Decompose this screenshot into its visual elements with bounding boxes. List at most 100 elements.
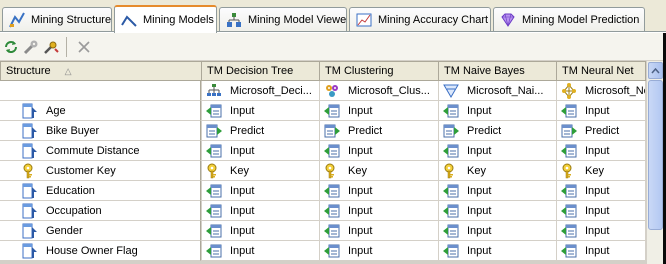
usage-cell[interactable]: Input: [557, 181, 646, 201]
column-header-structure[interactable]: Structure △: [0, 61, 202, 81]
column-header-model[interactable]: TM Neural Net: [557, 61, 646, 81]
usage-cell[interactable]: Input: [202, 101, 320, 121]
structure-column-row-header[interactable]: House Owner Flag: [0, 241, 201, 261]
structure-column-name: House Owner Flag: [46, 244, 138, 257]
scroll-thumb[interactable]: [648, 80, 663, 230]
usage-cell[interactable]: Input: [557, 241, 646, 261]
input-usage-icon: [443, 183, 459, 199]
input-usage-icon: [561, 103, 577, 119]
input-usage-icon: [206, 103, 222, 119]
usage-cell[interactable]: Input: [439, 241, 557, 261]
refresh-button[interactable]: [2, 38, 20, 56]
usage-cell[interactable]: Input: [202, 241, 320, 261]
usage-cell[interactable]: Input: [439, 221, 557, 241]
predict-usage-icon: [324, 123, 340, 139]
tab-mining-structure[interactable]: Mining Structure: [2, 7, 112, 31]
algorithm-cell[interactable]: Microsoft_Deci...: [202, 81, 320, 101]
usage-cell[interactable]: Input: [557, 141, 646, 161]
structure-column-row-header[interactable]: Bike Buyer: [0, 121, 201, 141]
process-icon: [23, 40, 38, 55]
column-icon: [22, 103, 38, 119]
usage-cell[interactable]: Key: [202, 161, 320, 181]
scroll-up-button[interactable]: [648, 62, 663, 79]
column-header-model[interactable]: TM Clustering: [320, 61, 439, 81]
usage-value: Input: [348, 144, 373, 157]
structure-column-name: Bike Buyer: [46, 124, 100, 137]
algorithm-cell[interactable]: Microsoft_Ne: [557, 81, 646, 101]
usage-cell[interactable]: Predict: [557, 121, 646, 141]
column-header-model[interactable]: TM Decision Tree: [202, 61, 320, 81]
usage-cell[interactable]: Predict: [320, 121, 439, 141]
chevron-up-icon: [651, 67, 660, 73]
tab-label: Mining Models: [143, 14, 214, 26]
algorithm-cell[interactable]: Microsoft_Clus...: [320, 81, 439, 101]
usage-cell[interactable]: Input: [202, 201, 320, 221]
usage-value: Input: [467, 144, 492, 157]
tab-mining-accuracy-chart[interactable]: Mining Accuracy Chart: [349, 7, 491, 31]
tab-label: Mining Accuracy Chart: [378, 13, 489, 26]
tab-label: Mining Model Viewer: [248, 13, 347, 26]
accuracy-chart-icon: [356, 13, 372, 26]
usage-value: Predict: [585, 124, 620, 137]
structure-column-row-header[interactable]: Age: [0, 101, 201, 121]
input-usage-icon: [561, 183, 577, 199]
usage-cell[interactable]: Input: [202, 221, 320, 241]
usage-cell[interactable]: Input: [320, 101, 439, 121]
tab-mining-model-prediction[interactable]: Mining Model Prediction: [493, 7, 645, 31]
usage-value: Input: [348, 204, 373, 217]
usage-cell[interactable]: Input: [202, 141, 320, 161]
tab-mining-models[interactable]: Mining Models: [114, 5, 217, 33]
structure-column-row-header[interactable]: Education: [0, 181, 201, 201]
usage-cell[interactable]: Key: [557, 161, 646, 181]
usage-value: Input: [348, 184, 373, 197]
usage-value: Input: [467, 184, 492, 197]
usage-cell[interactable]: Predict: [202, 121, 320, 141]
usage-cell[interactable]: Input: [439, 181, 557, 201]
vertical-scrollbar[interactable]: [646, 61, 663, 264]
usage-cell[interactable]: Input: [202, 181, 320, 201]
input-usage-icon: [206, 243, 222, 259]
clustering-icon: [324, 83, 340, 99]
input-usage-icon: [443, 223, 459, 239]
usage-value: Input: [585, 224, 610, 237]
structure-column-row-header[interactable]: Gender: [0, 221, 201, 241]
usage-value: Input: [230, 184, 255, 197]
delete-button[interactable]: [75, 38, 93, 56]
usage-cell[interactable]: Input: [439, 201, 557, 221]
input-usage-icon: [443, 203, 459, 219]
usage-value: Input: [585, 204, 610, 217]
usage-cell[interactable]: Input: [557, 101, 646, 121]
input-usage-icon: [443, 103, 459, 119]
usage-cell[interactable]: Input: [439, 101, 557, 121]
usage-value: Input: [467, 224, 492, 237]
algorithm-row-header: [0, 81, 201, 101]
predict-usage-icon: [206, 123, 222, 139]
usage-cell[interactable]: Key: [439, 161, 557, 181]
usage-cell[interactable]: Input: [320, 221, 439, 241]
usage-cell[interactable]: Input: [320, 141, 439, 161]
structure-column-row-header[interactable]: Commute Distance: [0, 141, 201, 161]
tab-mining-model-viewer[interactable]: Mining Model Viewer: [219, 7, 347, 31]
algorithm-cell[interactable]: Microsoft_Nai...: [439, 81, 557, 101]
usage-cell[interactable]: Input: [557, 221, 646, 241]
column-header-model[interactable]: TM Naive Bayes: [439, 61, 557, 81]
input-usage-icon: [443, 243, 459, 259]
usage-cell[interactable]: Input: [320, 181, 439, 201]
related-models-button[interactable]: [42, 38, 60, 56]
key-icon: [206, 163, 222, 179]
tab-label: Mining Model Prediction: [522, 13, 640, 26]
sort-ascending-icon[interactable]: △: [65, 66, 72, 77]
usage-cell[interactable]: Input: [557, 201, 646, 221]
usage-cell[interactable]: Key: [320, 161, 439, 181]
input-usage-icon: [206, 183, 222, 199]
mining-models-grid: Structure △ TM Decision Tree TM Clusteri…: [0, 61, 666, 264]
algorithm-name: Microsoft_Deci...: [230, 84, 312, 97]
structure-column-row-header[interactable]: Occupation: [0, 201, 201, 221]
usage-value: Input: [230, 204, 255, 217]
usage-cell[interactable]: Input: [439, 141, 557, 161]
usage-cell[interactable]: Predict: [439, 121, 557, 141]
usage-cell[interactable]: Input: [320, 201, 439, 221]
process-button[interactable]: [22, 38, 40, 56]
structure-column-row-header[interactable]: Customer Key: [0, 161, 201, 181]
usage-cell[interactable]: Input: [320, 241, 439, 261]
